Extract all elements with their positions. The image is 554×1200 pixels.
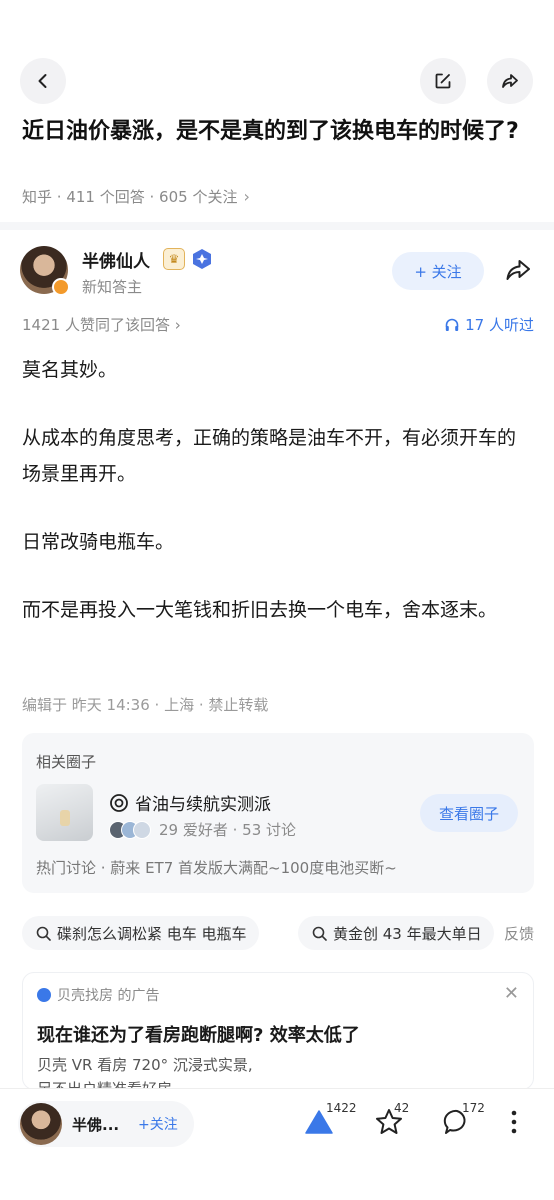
headphones-icon (445, 318, 459, 331)
agree-button[interactable]: 1422 (304, 1101, 357, 1143)
answer-stats: 1421 人赞同了该回答 › 17 人听过 (22, 314, 534, 335)
share-icon[interactable] (504, 256, 532, 284)
ad-card[interactable]: 贝壳找房 的广告 ✕ 现在谁还为了看房跑断腿啊? 效率太低了 贝壳 VR 看房 … (22, 972, 534, 1090)
edit-icon (435, 73, 451, 89)
comment-button[interactable]: 172 (442, 1101, 485, 1143)
feedback-link[interactable]: 反馈 (495, 916, 534, 950)
question-title[interactable]: 近日油价暴涨，是不是真的到了该换电车的时候了? (22, 114, 537, 150)
agree-stats-link[interactable]: 1421 人赞同了该回答 › (22, 316, 181, 334)
search-icon (312, 926, 327, 941)
search-icon (36, 926, 51, 941)
question-source: 知乎 (22, 188, 53, 206)
verified-badge-icon[interactable] (191, 248, 213, 270)
agree-count: 1422 (326, 1101, 357, 1115)
author-avatar (20, 1103, 62, 1145)
follower-count: 605 个关注 (159, 188, 238, 206)
question-meta[interactable]: 知乎 · 411 个回答 · 605 个关注 › (22, 186, 250, 207)
favorite-button[interactable]: 42 (374, 1101, 409, 1143)
share-icon (502, 74, 518, 88)
view-circle-button[interactable]: 查看圈子 (420, 794, 518, 832)
beike-logo-icon (37, 988, 51, 1002)
more-icon (511, 1110, 517, 1134)
author-name-short: 半佛... (72, 1116, 120, 1134)
back-button[interactable] (20, 58, 66, 104)
crown-badge-icon[interactable]: ♛ (163, 248, 185, 270)
circle-section-header: 相关圈子 (36, 753, 97, 771)
listen-stats[interactable]: 17 人听过 (444, 314, 534, 335)
search-chip[interactable]: 碟刹怎么调松紧 电车 电瓶车 (22, 916, 259, 950)
close-icon[interactable]: ✕ (504, 983, 519, 1004)
chevron-right-icon: › (243, 187, 250, 206)
circle-thumbnail (36, 784, 93, 841)
section-divider (0, 222, 554, 230)
related-circle-card[interactable]: 相关圈子 省油与续航实测派 29 爱好者 · 53 讨论 查看圈子 热门讨论 ·… (22, 733, 534, 893)
circle-members: 29 爱好者 · 53 讨论 (109, 819, 296, 840)
author-row: 半佛仙人 ♛ 新知答主 + 关注 (20, 246, 535, 298)
member-avatar (133, 820, 151, 839)
edit-info: 编辑于 昨天 14:36 · 上海 · 禁止转载 (22, 696, 269, 714)
comment-count: 172 (462, 1101, 485, 1115)
search-chip[interactable]: 黄金创 43 年最大单日 (298, 916, 494, 950)
avatar-badge-icon (52, 278, 70, 296)
circle-hot-discussion[interactable]: 热门讨论 · 蔚来 ET7 首发版大满配~100度电池买断~ (36, 857, 397, 878)
answer-content: 莫名其妙。 从成本的角度思考，正确的策略是油车不开，有必须开车的场景里再开。 日… (22, 352, 534, 660)
answer-paragraph: 而不是再投入一大笔钱和折旧去换一个电车，舍本逐末。 (22, 599, 498, 621)
favorite-count: 42 (394, 1101, 410, 1115)
ad-source: 贝壳找房 的广告 (37, 985, 159, 1005)
author-name[interactable]: 半佛仙人 (82, 247, 150, 272)
share-button[interactable] (487, 58, 533, 104)
bottom-action-bar: 半佛... +关注 1422 42 172 (0, 1088, 554, 1200)
more-button[interactable] (502, 1107, 532, 1143)
related-searches: 碟刹怎么调松紧 电车 电瓶车 黄金创 43 年最大单日 反馈 (22, 916, 534, 950)
top-bar (0, 58, 554, 104)
ad-title[interactable]: 现在谁还为了看房跑断腿啊? 效率太低了 (37, 1021, 360, 1047)
follow-link[interactable]: +关注 (138, 1114, 178, 1134)
circle-icon (110, 793, 128, 812)
answer-paragraph: 日常改骑电瓶车。 (22, 531, 175, 553)
ad-description: 贝壳 VR 看房 720° 沉浸式实景, 足不出户精准看好房 (37, 1056, 253, 1090)
follow-button[interactable]: + 关注 (392, 252, 484, 290)
answer-paragraph: 从成本的角度思考，正确的策略是油车不开，有必须开车的场景里再开。 (22, 427, 517, 485)
edit-button[interactable] (420, 58, 466, 104)
circle-name[interactable]: 省油与续航实测派 (109, 790, 271, 815)
author-subtitle: 新知答主 (82, 278, 143, 296)
author-pill[interactable]: 半佛... +关注 (18, 1101, 194, 1147)
back-icon (38, 74, 47, 88)
answer-paragraph: 莫名其妙。 (22, 359, 118, 381)
answer-count: 411 个回答 (66, 188, 145, 206)
